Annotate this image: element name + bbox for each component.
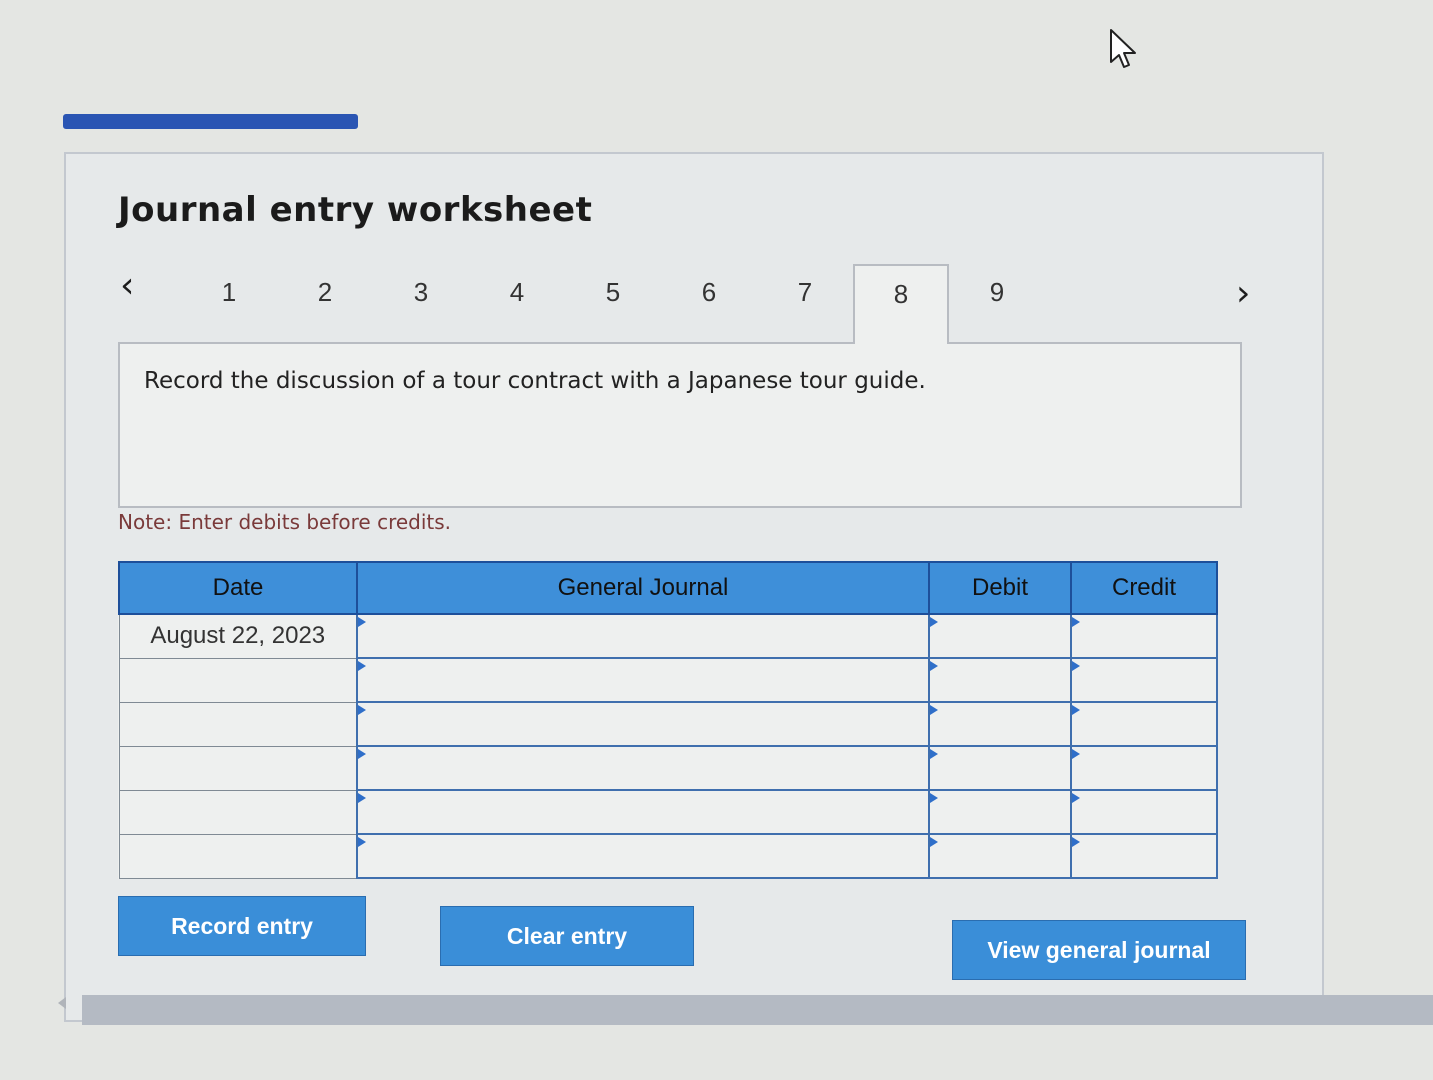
table-row (118, 833, 1218, 879)
tab-4[interactable]: 4 (469, 264, 565, 344)
instruction-text: Record the discussion of a tour contract… (144, 368, 926, 394)
account-input[interactable] (356, 657, 930, 703)
chevron-right-icon[interactable]: › (1236, 276, 1250, 312)
account-input[interactable] (356, 833, 930, 879)
date-cell[interactable] (118, 701, 358, 747)
tab-7[interactable]: 7 (757, 264, 853, 344)
date-cell[interactable] (118, 657, 358, 703)
scroll-left-icon[interactable] (58, 997, 66, 1009)
header-debit: Debit (928, 561, 1072, 615)
tab-3[interactable]: 3 (373, 264, 469, 344)
credit-input[interactable] (1070, 613, 1218, 659)
debit-input[interactable] (928, 789, 1072, 835)
table-row (118, 657, 1218, 703)
credit-input[interactable] (1070, 657, 1218, 703)
table-row (118, 745, 1218, 791)
credit-input[interactable] (1070, 833, 1218, 879)
record-entry-button[interactable]: Record entry (118, 896, 366, 956)
worksheet-tabs: 1 2 3 4 5 6 7 8 9 (181, 264, 1004, 344)
table-row (118, 701, 1218, 747)
credit-input[interactable] (1070, 701, 1218, 747)
tab-6[interactable]: 6 (661, 264, 757, 344)
debit-input[interactable] (928, 701, 1072, 747)
progress-bar (63, 114, 358, 129)
header-general-journal: General Journal (356, 561, 930, 615)
tab-8[interactable]: 8 (853, 264, 949, 344)
account-input[interactable] (356, 789, 930, 835)
tab-5[interactable]: 5 (565, 264, 661, 344)
account-input[interactable] (356, 613, 930, 659)
header-credit: Credit (1070, 561, 1218, 615)
date-cell[interactable] (118, 745, 358, 791)
worksheet-panel: Journal entry worksheet ‹ › 1 2 3 4 5 6 … (64, 152, 1324, 1022)
worksheet-title: Journal entry worksheet (118, 190, 593, 230)
mouse-cursor-icon (1110, 29, 1136, 68)
table-row (118, 789, 1218, 835)
header-date: Date (118, 561, 358, 615)
date-cell[interactable] (118, 789, 358, 835)
tab-1[interactable]: 1 (181, 264, 277, 344)
debit-input[interactable] (928, 745, 1072, 791)
credit-input[interactable] (1070, 789, 1218, 835)
debit-input[interactable] (928, 657, 1072, 703)
clear-entry-button[interactable]: Clear entry (440, 906, 694, 966)
date-cell[interactable] (118, 833, 358, 879)
debit-input[interactable] (928, 613, 1072, 659)
instruction-box: Record the discussion of a tour contract… (118, 342, 1242, 508)
horizontal-scrollbar[interactable] (82, 995, 1433, 1025)
view-general-journal-button[interactable]: View general journal (952, 920, 1246, 980)
chevron-left-icon[interactable]: ‹ (120, 268, 134, 304)
tab-2[interactable]: 2 (277, 264, 373, 344)
credit-input[interactable] (1070, 745, 1218, 791)
tab-9[interactable]: 9 (949, 264, 1045, 344)
account-input[interactable] (356, 701, 930, 747)
note-text: Note: Enter debits before credits. (118, 510, 452, 534)
journal-table: Date General Journal Debit Credit August… (118, 561, 1218, 879)
debit-input[interactable] (928, 833, 1072, 879)
account-input[interactable] (356, 745, 930, 791)
table-row: August 22, 2023 (118, 613, 1218, 659)
date-cell[interactable]: August 22, 2023 (118, 613, 358, 659)
